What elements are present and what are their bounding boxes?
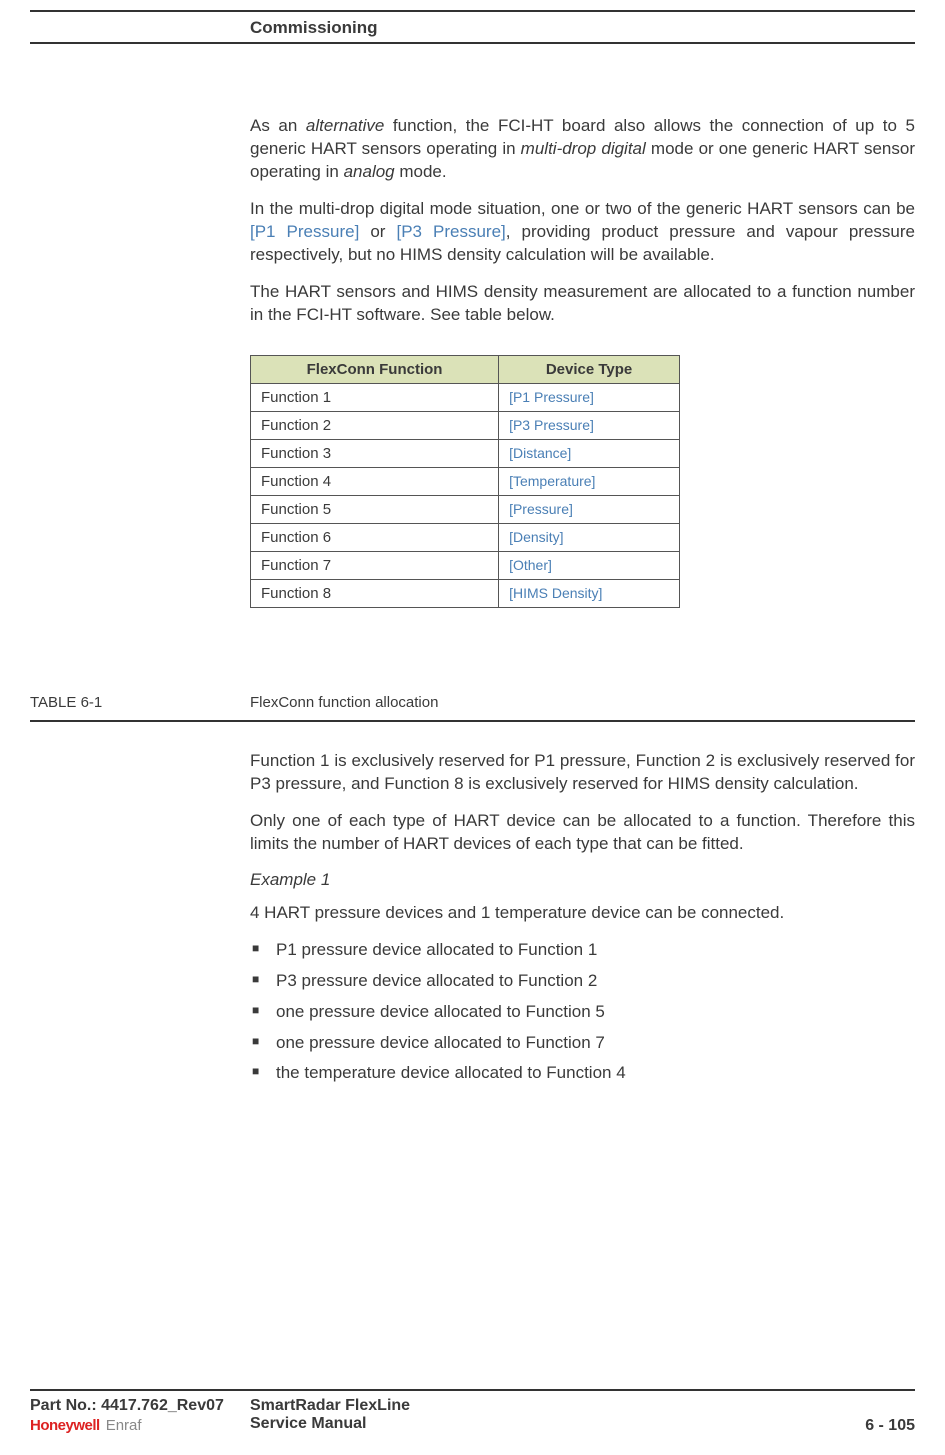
page-header-title: Commissioning	[250, 18, 378, 38]
list-item: P1 pressure device allocated to Function…	[250, 939, 915, 962]
cell-function: Function 6	[251, 523, 499, 551]
table-row: Function 4[Temperature]	[251, 467, 680, 495]
cell-function: Function 4	[251, 467, 499, 495]
paragraph-4: Function 1 is exclusively reserved for P…	[250, 750, 915, 796]
enraf-logo: Enraf	[106, 1417, 142, 1434]
footer-rule	[30, 1389, 915, 1391]
footer-doc-subtitle: Service Manual	[250, 1415, 865, 1433]
list-item: the temperature device allocated to Func…	[250, 1062, 915, 1085]
cell-device: [Distance]	[499, 439, 680, 467]
caption-rule	[30, 720, 915, 722]
table-row: Function 5[Pressure]	[251, 495, 680, 523]
footer-doc-title: SmartRadar FlexLine	[250, 1397, 865, 1415]
table-row: Function 6[Density]	[251, 523, 680, 551]
paragraph-5: Only one of each type of HART device can…	[250, 810, 915, 856]
cell-function: Function 1	[251, 383, 499, 411]
table-row: Function 7[Other]	[251, 551, 680, 579]
paragraph-1: As an alternative function, the FCI-HT b…	[250, 115, 915, 184]
example-heading: Example 1	[250, 870, 915, 890]
footer-page-number: 6 - 105	[865, 1417, 915, 1435]
table-row: Function 2[P3 Pressure]	[251, 411, 680, 439]
text-reference: [P1 Pressure]	[250, 222, 359, 241]
list-item: one pressure device allocated to Functio…	[250, 1001, 915, 1024]
cell-function: Function 5	[251, 495, 499, 523]
list-item: one pressure device allocated to Functio…	[250, 1032, 915, 1055]
table-caption-label: TABLE 6-1	[30, 694, 102, 711]
cell-device: [Pressure]	[499, 495, 680, 523]
text-italic: alternative	[306, 116, 384, 135]
footer-part-number: Part No.: 4417.762_Rev07	[30, 1397, 250, 1415]
list-item: P3 pressure device allocated to Function…	[250, 970, 915, 993]
paragraph-2: In the multi-drop digital mode situation…	[250, 198, 915, 267]
text-reference: [P3 Pressure]	[396, 222, 505, 241]
bullet-list: P1 pressure device allocated to Function…	[250, 939, 915, 1086]
page-footer: Part No.: 4417.762_Rev07 Honeywell Enraf…	[30, 1389, 915, 1435]
cell-device: [P1 Pressure]	[499, 383, 680, 411]
cell-function: Function 7	[251, 551, 499, 579]
honeywell-logo: Honeywell	[30, 1417, 100, 1434]
cell-device: [Other]	[499, 551, 680, 579]
table-row: Function 8[HIMS Density]	[251, 579, 680, 607]
cell-function: Function 2	[251, 411, 499, 439]
cell-device: [P3 Pressure]	[499, 411, 680, 439]
cell-function: Function 3	[251, 439, 499, 467]
text: As an	[250, 116, 306, 135]
text: In the multi-drop digital mode situation…	[250, 199, 915, 218]
table-row: Function 3[Distance]	[251, 439, 680, 467]
text-italic: multi-drop digital	[521, 139, 646, 158]
table-row: Function 1[P1 Pressure]	[251, 383, 680, 411]
table-header-function: FlexConn Function	[251, 355, 499, 383]
text: or	[359, 222, 396, 241]
table-header-device: Device Type	[499, 355, 680, 383]
paragraph-6: 4 HART pressure devices and 1 temperatur…	[250, 902, 915, 925]
cell-device: [Temperature]	[499, 467, 680, 495]
table-header-row: FlexConn Function Device Type	[251, 355, 680, 383]
table-caption-text: FlexConn function allocation	[250, 694, 438, 711]
header-rule-top	[30, 10, 915, 12]
paragraph-3: The HART sensors and HIMS density measur…	[250, 281, 915, 327]
function-table: FlexConn Function Device Type Function 1…	[250, 355, 680, 608]
cell-device: [HIMS Density]	[499, 579, 680, 607]
cell-function: Function 8	[251, 579, 499, 607]
text: mode.	[395, 162, 447, 181]
text-italic: analog	[344, 162, 395, 181]
cell-device: [Density]	[499, 523, 680, 551]
header-rule-bottom	[30, 42, 915, 44]
